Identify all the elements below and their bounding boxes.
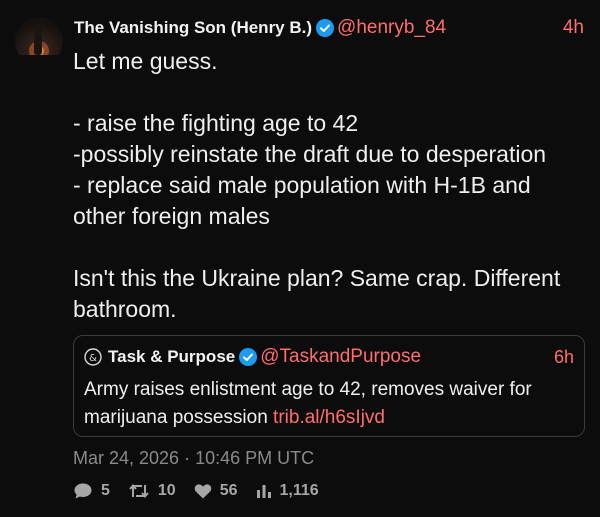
author-handle[interactable]: @henryb_84 (337, 17, 446, 39)
post-timestamp[interactable]: Mar 24, 2026 · 10:46 PM UTC (73, 448, 314, 469)
action-bar: 5 10 56 1,116 (73, 479, 337, 503)
quoted-time[interactable]: 6h (554, 347, 574, 368)
repost-count: 10 (157, 482, 176, 499)
quoted-author-handle[interactable]: @TaskandPurpose (260, 346, 421, 368)
post-header: The Vanishing Son (Henry B.) @henryb_84 … (74, 16, 584, 40)
quoted-link[interactable]: trib.al/h6sIjvd (273, 407, 385, 428)
heart-icon (194, 484, 211, 499)
quoted-author-name[interactable]: Task & Purpose (108, 347, 235, 367)
like-button[interactable]: 56 (194, 482, 238, 500)
repost-icon (129, 483, 149, 499)
svg-text:&: & (89, 353, 97, 364)
quoted-header: & Task & Purpose @TaskandPurpose 6h (84, 346, 574, 368)
reply-icon (74, 483, 92, 499)
repost-button[interactable]: 10 (128, 482, 176, 500)
post-line (73, 232, 583, 263)
post-body: Let me guess. - raise the fighting age t… (73, 46, 583, 325)
post-line: Isn't this the Ukraine plan? Same crap. … (73, 265, 561, 322)
views-icon (256, 485, 271, 498)
post-line (73, 77, 583, 108)
reply-button[interactable]: 5 (73, 482, 110, 500)
author-name[interactable]: The Vanishing Son (Henry B.) (74, 18, 312, 38)
quoted-text: Army raises enlistment age to 42, remove… (84, 376, 574, 432)
post-time[interactable]: 4h (563, 17, 584, 39)
task-purpose-logo-icon: & (84, 348, 102, 366)
post-line: - raise the fighting age to 42 (73, 110, 359, 136)
reply-count: 5 (101, 482, 110, 499)
post-line: -possibly reinstate the draft due to des… (73, 141, 547, 167)
like-count: 56 (219, 482, 238, 499)
view-count: 1,116 (279, 482, 319, 499)
verified-badge-icon (316, 19, 335, 37)
avatar[interactable] (15, 17, 63, 65)
quoted-post[interactable]: & Task & Purpose @TaskandPurpose 6h Army… (73, 335, 585, 437)
verified-badge-icon (239, 348, 258, 366)
views-button[interactable]: 1,116 (256, 482, 319, 500)
post-line: - replace said male population with H-1B… (73, 172, 531, 229)
post-line: Let me guess. (73, 48, 218, 74)
